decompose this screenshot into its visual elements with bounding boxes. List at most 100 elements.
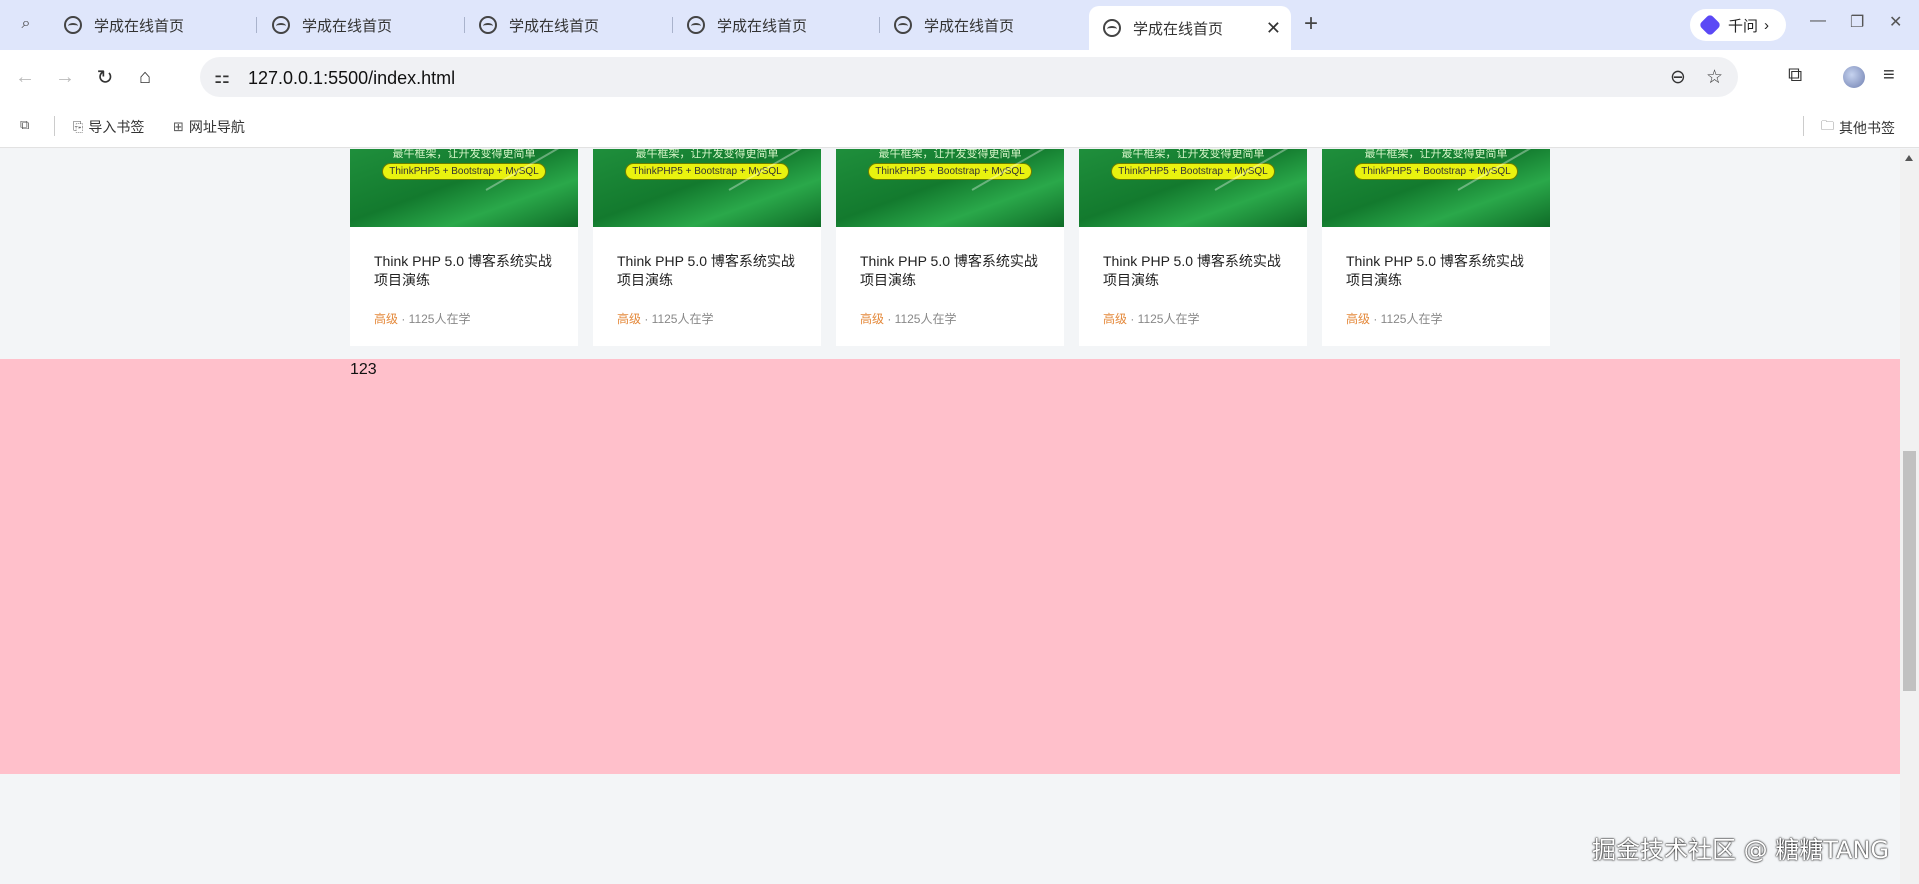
qianwen-button[interactable]: 千问 › [1690,9,1786,41]
bookmark-divider [54,116,55,136]
back-arrow-icon[interactable]: ← [12,64,38,90]
close-window-button[interactable]: ✕ [1889,12,1902,32]
tab-title: 学成在线首页 [94,17,185,35]
tab-title: 学成在线首页 [302,17,393,35]
course-learners: · 1125人在学 [884,312,957,326]
import-bookmarks-link[interactable]: ⎘ 导入书签 [73,117,144,137]
close-tab-icon[interactable]: ✕ [1266,18,1281,39]
tab-2[interactable]: 学成在线首页 [272,6,462,44]
import-bookmarks-label: 导入书签 [88,119,145,135]
site-favicon-icon [687,16,705,34]
thumbnail-tag: ThinkPHP5 + Bootstrap + MySQL [625,163,789,180]
site-favicon-icon [1103,19,1121,37]
footer-block: 123 [0,359,1900,774]
course-level: 高级 [1103,312,1128,326]
page-scrollbar[interactable] [1900,149,1919,884]
qianwen-logo-icon [1698,13,1722,37]
course-meta: 高级 · 1125人在学 [1346,310,1443,327]
profile-avatar[interactable] [1843,66,1865,88]
tab-title: 学成在线首页 [924,17,1015,35]
browser-toolbar: ← → ↻ ⌂ ⚏ 127.0.0.1:5500/index.html ⊖ ☆ … [0,50,1919,104]
page-viewport: 最牛框架，让开发变得更简单 ThinkPHP5 + Bootstrap + My… [0,149,1900,884]
course-meta: 高级 · 1125人在学 [617,310,714,327]
course-level: 高级 [617,312,642,326]
address-bar[interactable]: ⚏ 127.0.0.1:5500/index.html ⊖ ☆ [200,57,1738,97]
course-card[interactable]: 最牛框架，让开发变得更简单 ThinkPHP5 + Bootstrap + My… [1322,149,1550,346]
tab-3[interactable]: 学成在线首页 [479,6,669,44]
tab-4[interactable]: 学成在线首页 [687,6,877,44]
url-nav-link[interactable]: ⊞ 网址导航 [173,117,245,137]
tab-separator [879,17,880,33]
forward-arrow-icon[interactable]: → [52,64,78,90]
tab-title: 学成在线首页 [717,17,808,35]
chevron-right-icon: › [1764,16,1770,34]
site-favicon-icon [272,16,290,34]
other-bookmarks-label: 其他书签 [1839,120,1896,136]
thumbnail-tag: ThinkPHP5 + Bootstrap + MySQL [382,163,546,180]
reload-icon[interactable]: ↻ [92,64,118,90]
course-learners: · 1125人在学 [398,312,471,326]
course-card[interactable]: 最牛框架，让开发变得更简单 ThinkPHP5 + Bootstrap + My… [836,149,1064,346]
course-meta: 高级 · 1125人在学 [374,310,471,327]
extensions-icon[interactable]: ⧉ [1788,64,1802,87]
other-bookmarks-link[interactable]: 🗀 其他书签 [1821,117,1895,139]
new-tab-button[interactable]: + [1304,10,1318,38]
scroll-up-arrow-icon[interactable] [1905,155,1913,161]
url-text[interactable]: 127.0.0.1:5500/index.html [248,68,455,89]
course-thumbnail: 最牛框架，让开发变得更简单 ThinkPHP5 + Bootstrap + My… [350,149,578,227]
course-meta: 高级 · 1125人在学 [860,310,957,327]
tab-search-icon[interactable]: ⌕ [14,12,38,36]
folder-icon: 🗀 [1821,118,1835,133]
url-nav-label: 网址导航 [188,119,245,135]
minimize-button[interactable]: — [1810,12,1826,30]
tab-overview-icon[interactable]: ⧉ [20,117,34,133]
course-learners: · 1125人在学 [1127,312,1200,326]
course-card[interactable]: 最牛框架，让开发变得更简单 ThinkPHP5 + Bootstrap + My… [1079,149,1307,346]
course-learners: · 1125人在学 [1370,312,1443,326]
import-icon: ⎘ [73,119,84,134]
tab-5[interactable]: 学成在线首页 [894,6,1084,44]
thumbnail-tag: ThinkPHP5 + Bootstrap + MySQL [1111,163,1275,180]
bookmark-divider [1803,116,1804,136]
restore-button[interactable]: ❐ [1850,12,1864,32]
qianwen-label: 千问 [1728,17,1759,35]
site-favicon-icon [479,16,497,34]
thumbnail-tag: ThinkPHP5 + Bootstrap + MySQL [868,163,1032,180]
course-title[interactable]: Think PHP 5.0 博客系统实战项目演练 [617,252,807,290]
course-thumbnail: 最牛框架，让开发变得更简单 ThinkPHP5 + Bootstrap + My… [836,149,1064,227]
site-info-icon[interactable]: ⚏ [214,67,230,88]
tab-separator [464,17,465,33]
course-title[interactable]: Think PHP 5.0 博客系统实战项目演练 [860,252,1050,290]
course-title[interactable]: Think PHP 5.0 博客系统实战项目演练 [1346,252,1536,290]
tab-separator [672,17,673,33]
course-learners: · 1125人在学 [641,312,714,326]
scroll-thumb[interactable] [1903,451,1916,691]
course-card[interactable]: 最牛框架，让开发变得更简单 ThinkPHP5 + Bootstrap + My… [593,149,821,346]
course-thumbnail: 最牛框架，让开发变得更简单 ThinkPHP5 + Bootstrap + My… [1322,149,1550,227]
bookmarks-bar: ⧉ ⎘ 导入书签 ⊞ 网址导航 🗀 其他书签 [0,104,1919,148]
tab-title: 学成在线首页 [1133,20,1224,38]
footer-text: 123 [350,361,377,378]
tab-title: 学成在线首页 [509,17,600,35]
site-favicon-icon [64,16,82,34]
menu-icon[interactable]: ≡ [1883,64,1895,87]
site-favicon-icon [894,16,912,34]
course-thumbnail: 最牛框架，让开发变得更简单 ThinkPHP5 + Bootstrap + My… [1079,149,1307,227]
home-icon[interactable]: ⌂ [132,64,158,90]
grid-icon: ⊞ [173,119,184,134]
bookmark-star-icon[interactable]: ☆ [1706,66,1723,89]
course-card[interactable]: 最牛框架，让开发变得更简单 ThinkPHP5 + Bootstrap + My… [350,149,578,346]
course-level: 高级 [374,312,399,326]
course-level: 高级 [1346,312,1371,326]
zoom-out-icon[interactable]: ⊖ [1670,66,1686,89]
watermark: 掘金技术社区 @ 糖糖TANG [1592,836,1890,864]
tab-strip: ⌕ 学成在线首页 学成在线首页 学成在线首页 学成在线首页 学成在线首页 学成在… [0,0,1919,50]
thumbnail-tag: ThinkPHP5 + Bootstrap + MySQL [1354,163,1518,180]
tab-6-active[interactable]: 学成在线首页 ✕ [1089,6,1291,50]
tab-1[interactable]: 学成在线首页 [64,6,254,44]
course-meta: 高级 · 1125人在学 [1103,310,1200,327]
course-title[interactable]: Think PHP 5.0 博客系统实战项目演练 [374,252,564,290]
tab-separator [256,17,257,33]
course-title[interactable]: Think PHP 5.0 博客系统实战项目演练 [1103,252,1293,290]
course-thumbnail: 最牛框架，让开发变得更简单 ThinkPHP5 + Bootstrap + My… [593,149,821,227]
